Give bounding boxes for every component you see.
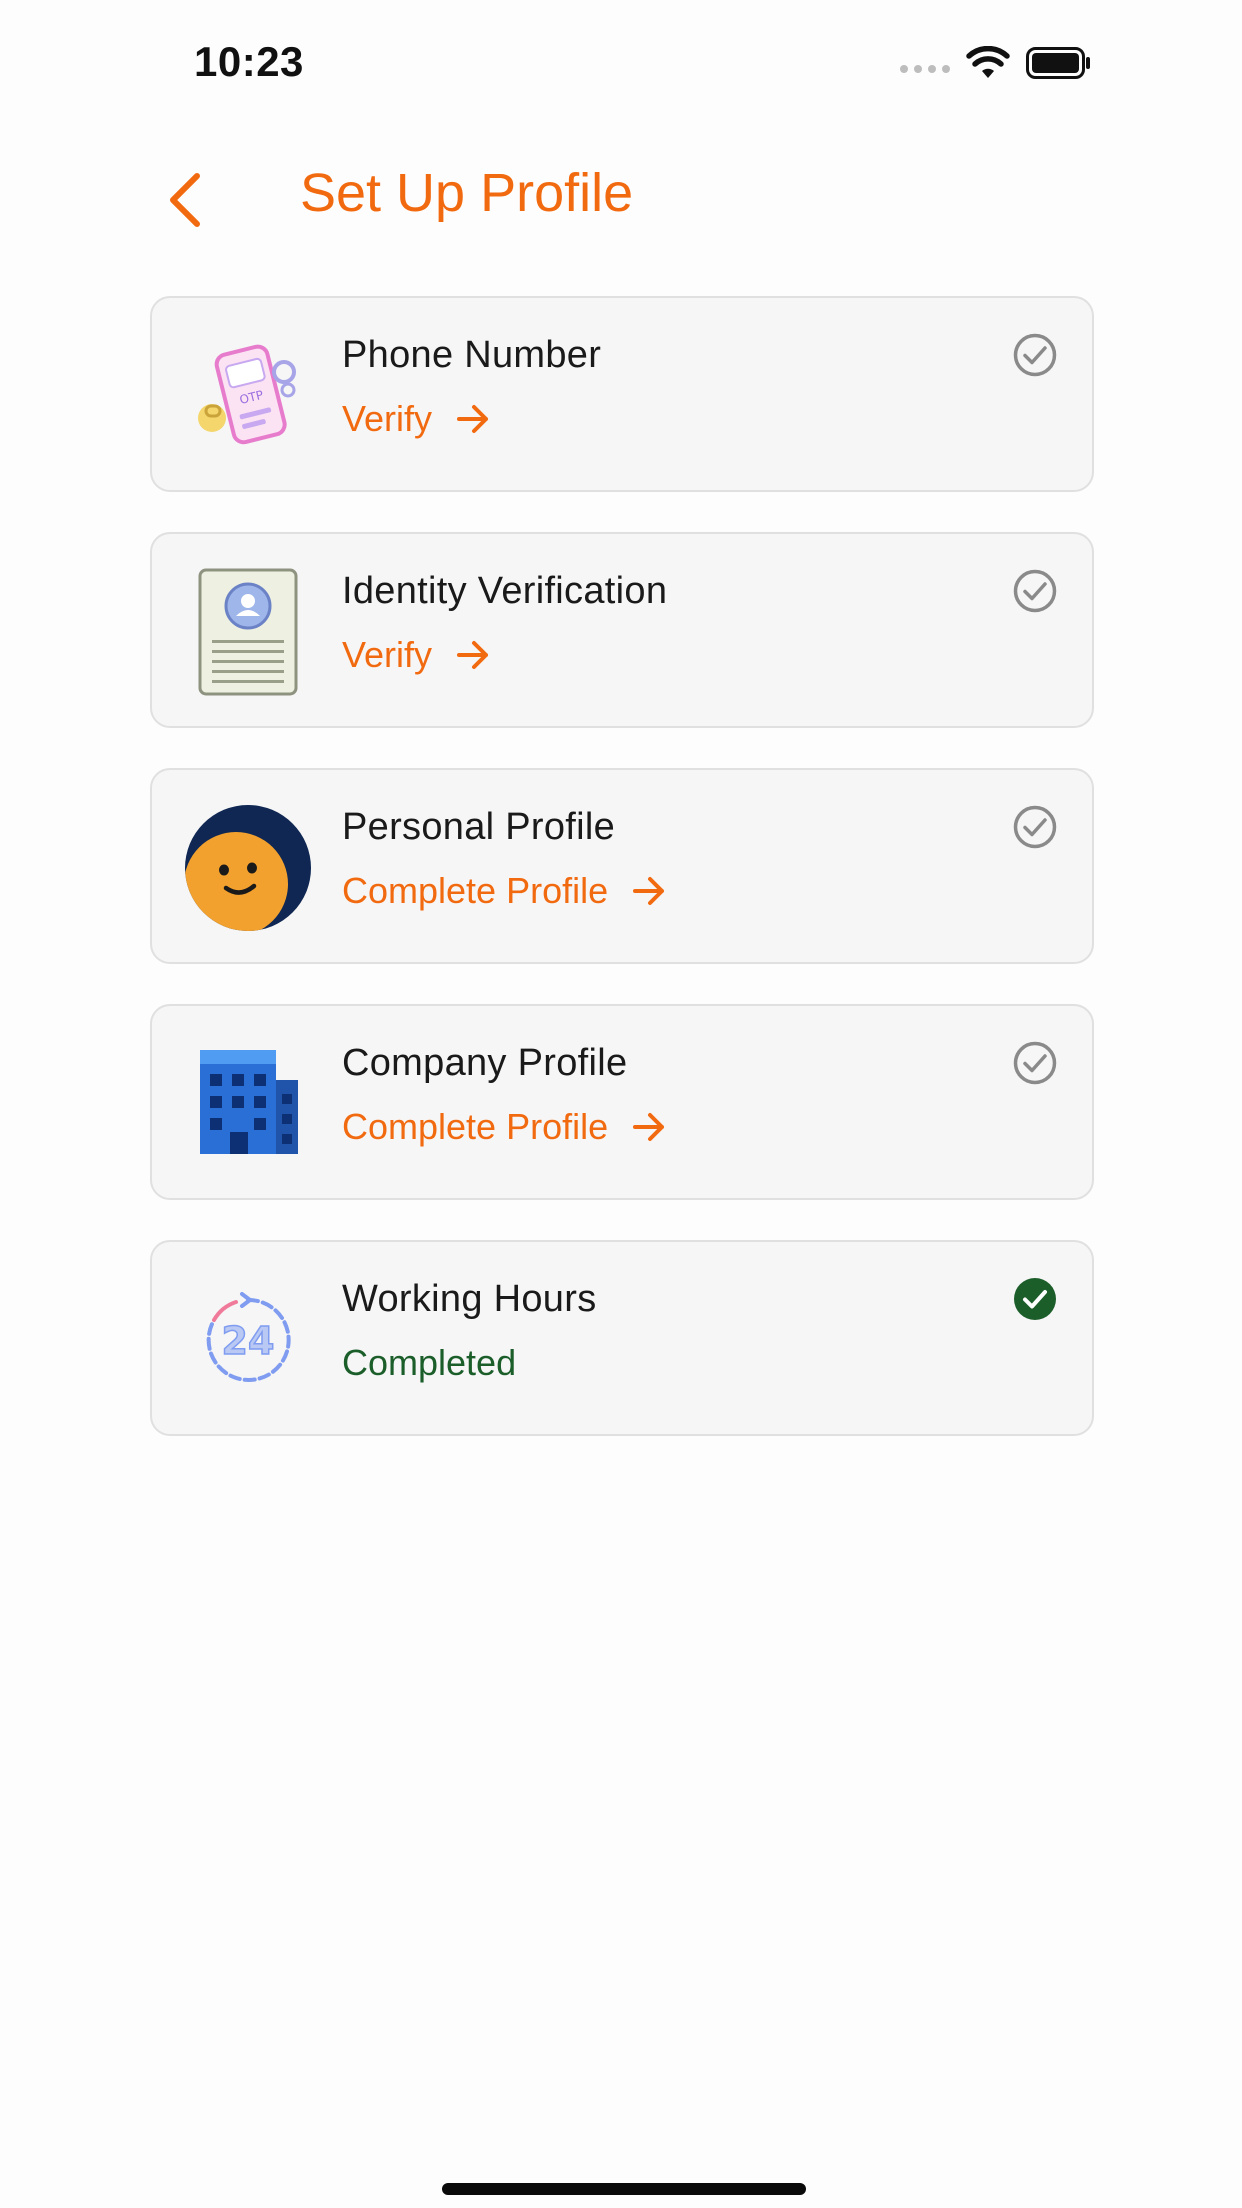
home-indicator[interactable]	[442, 2183, 806, 2195]
svg-text:24: 24	[222, 1319, 275, 1363]
card-action-label: Complete Profile	[342, 1106, 609, 1147]
complete-company-profile-link[interactable]: Complete Profile	[342, 1106, 666, 1148]
card-title: Company Profile	[342, 1042, 628, 1084]
id-card-icon	[184, 568, 312, 696]
arrow-right-icon	[457, 405, 489, 433]
avatar-icon	[184, 804, 312, 932]
card-title: Working Hours	[342, 1278, 597, 1320]
signal-dots-icon	[900, 65, 950, 73]
card-action-label: Verify	[342, 634, 433, 675]
setup-card-company-profile[interactable]: Company Profile Complete Profile	[150, 1004, 1094, 1200]
pending-check-icon	[1013, 569, 1057, 613]
card-action-label: Verify	[342, 398, 433, 439]
battery-icon	[1026, 47, 1090, 79]
chevron-left-icon	[170, 173, 200, 227]
arrow-right-icon	[633, 1113, 665, 1141]
complete-personal-profile-link[interactable]: Complete Profile	[342, 870, 666, 912]
wifi-icon	[966, 46, 1010, 78]
setup-list: OTP Phone Number Verify Identity Verific…	[150, 296, 1094, 1476]
arrow-right-icon	[457, 641, 489, 669]
setup-card-phone-number[interactable]: OTP Phone Number Verify	[150, 296, 1094, 492]
back-button[interactable]	[160, 170, 210, 230]
building-icon	[184, 1040, 312, 1168]
card-title: Personal Profile	[342, 806, 616, 848]
verify-phone-link[interactable]: Verify	[342, 398, 490, 440]
phone-verification-icon: OTP	[184, 332, 312, 460]
card-title: Phone Number	[342, 334, 602, 376]
status-bar: 10:23	[0, 0, 1242, 130]
status-icons	[900, 46, 1092, 80]
card-action-label: Complete Profile	[342, 870, 609, 911]
completed-status-label: Completed	[342, 1342, 516, 1384]
setup-card-working-hours[interactable]: 24 Working Hours Completed	[150, 1240, 1094, 1436]
setup-card-identity-verification[interactable]: Identity Verification Verify	[150, 532, 1094, 728]
pending-check-icon	[1013, 1041, 1057, 1085]
status-time: 10:23	[194, 38, 304, 85]
page-title: Set Up Profile	[300, 163, 634, 223]
header: Set Up Profile	[0, 150, 1242, 250]
setup-card-personal-profile[interactable]: Personal Profile Complete Profile	[150, 768, 1094, 964]
verify-identity-link[interactable]: Verify	[342, 634, 490, 676]
pending-check-icon	[1013, 805, 1057, 849]
card-action-label: Completed	[342, 1342, 517, 1383]
pending-check-icon	[1013, 333, 1057, 377]
completed-check-icon	[1014, 1278, 1056, 1320]
clock-24-icon: 24	[184, 1276, 312, 1404]
card-title: Identity Verification	[342, 570, 668, 612]
arrow-right-icon	[633, 877, 665, 905]
